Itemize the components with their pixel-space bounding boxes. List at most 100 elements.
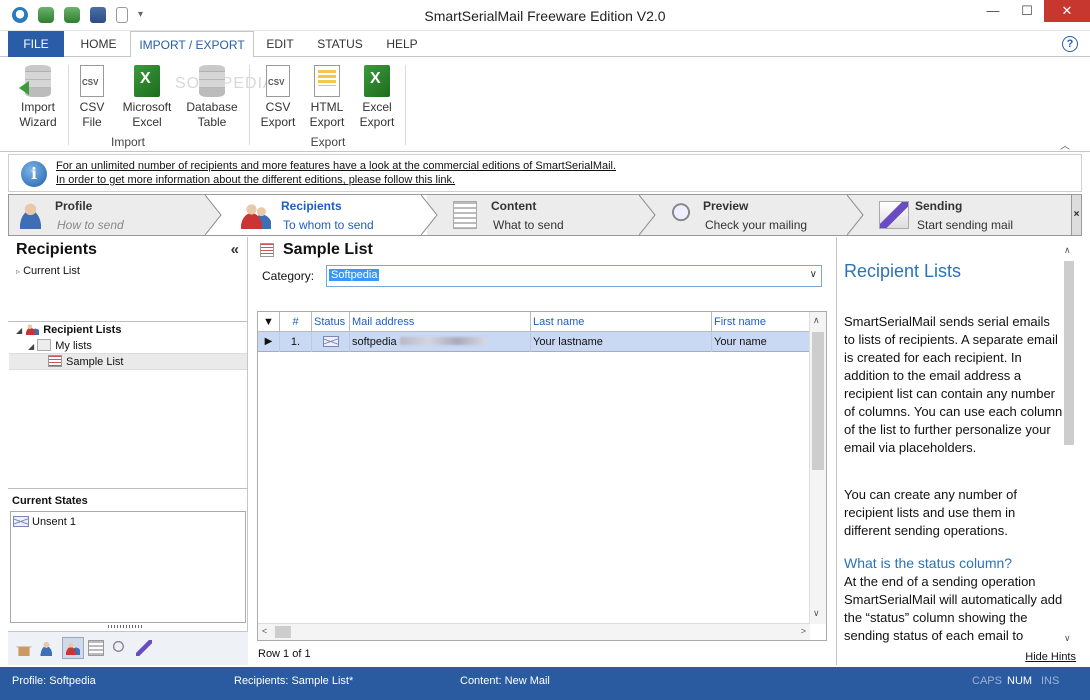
csv-file-icon: CSV bbox=[80, 65, 104, 97]
my-lists-node[interactable]: ◢ My lists bbox=[28, 339, 92, 352]
splitter-grip[interactable] bbox=[108, 625, 144, 628]
ribbon: SOFTPEDIA Import Wizard CSV CSV File X M… bbox=[0, 57, 1090, 152]
import-wizard-label-2: Wizard bbox=[19, 115, 57, 129]
html-export-label-2: Export bbox=[309, 115, 345, 129]
recipient-lists-node[interactable]: ◢ Recipient Lists bbox=[16, 323, 121, 336]
tab-edit[interactable]: EDIT bbox=[256, 31, 304, 57]
expander-icon[interactable]: ◢ bbox=[28, 342, 34, 351]
editions-link[interactable]: For an unlimited number of recipients an… bbox=[56, 160, 616, 172]
csv-file-label-1: CSV bbox=[79, 100, 105, 114]
scroll-left-icon[interactable]: < bbox=[262, 626, 267, 636]
step-content[interactable]: Content What to send bbox=[445, 195, 645, 235]
firstname-cell[interactable]: Your name bbox=[712, 332, 810, 352]
more-info-link[interactable]: In order to get more information about t… bbox=[56, 174, 455, 186]
table-row[interactable]: ▶ 1. softpedia Your lastname Your name bbox=[258, 332, 810, 352]
tab-file[interactable]: FILE bbox=[8, 31, 64, 57]
column-header-mail[interactable]: Mail address bbox=[350, 312, 531, 332]
column-header-firstname[interactable]: First name bbox=[712, 312, 810, 332]
step-title: Content bbox=[491, 199, 537, 213]
database-table-label-2: Table bbox=[197, 115, 227, 129]
recipients-nav-icon[interactable] bbox=[62, 637, 84, 659]
preview-nav-icon[interactable] bbox=[112, 640, 128, 656]
mail-cell[interactable]: softpedia bbox=[350, 332, 531, 352]
chevron-down-icon[interactable]: ∨ bbox=[810, 269, 817, 280]
excel-export-button[interactable]: X Excel Export bbox=[354, 65, 400, 130]
scroll-thumb[interactable] bbox=[275, 626, 291, 638]
import-wizard-label-1: Import bbox=[20, 100, 55, 114]
microsoft-excel-label-2: Excel bbox=[132, 115, 162, 129]
expander-icon[interactable]: ◢ bbox=[16, 326, 22, 335]
grid-header: ▼ # Status Mail address Last name First … bbox=[258, 312, 810, 332]
hints-scrollbar[interactable]: ∧ ∨ bbox=[1062, 245, 1076, 647]
vertical-scrollbar[interactable]: ∧ ∨ bbox=[809, 312, 826, 624]
column-chooser-icon[interactable]: ▼ bbox=[258, 312, 280, 332]
content-icon bbox=[453, 201, 477, 229]
step-recipients[interactable]: Recipients To whom to send bbox=[233, 195, 427, 235]
step-separator bbox=[421, 195, 438, 235]
hide-hints-link[interactable]: Hide Hints bbox=[1025, 651, 1076, 663]
sample-list-node[interactable]: Sample List bbox=[48, 355, 123, 368]
close-button[interactable]: ✕ bbox=[1044, 0, 1090, 22]
content-nav-icon[interactable] bbox=[88, 640, 104, 656]
scroll-down-icon[interactable]: ∨ bbox=[813, 608, 820, 619]
list-title: Sample List bbox=[283, 241, 373, 258]
csv-file-button[interactable]: CSV CSV File bbox=[74, 65, 110, 130]
column-header-number[interactable]: # bbox=[280, 312, 312, 332]
scroll-up-icon[interactable]: ∧ bbox=[813, 315, 820, 326]
scroll-up-icon[interactable]: ∧ bbox=[1064, 245, 1071, 256]
hints-title: Recipient Lists bbox=[844, 261, 962, 281]
horizontal-scrollbar[interactable]: < > bbox=[258, 623, 810, 640]
minimize-button[interactable]: — bbox=[976, 0, 1010, 22]
collapse-panel-icon[interactable]: « bbox=[231, 241, 239, 258]
scroll-thumb[interactable] bbox=[1064, 261, 1074, 445]
window-controls: — ☐ ✕ bbox=[976, 0, 1090, 22]
microsoft-excel-label-1: Microsoft bbox=[122, 100, 172, 114]
tab-home[interactable]: HOME bbox=[70, 31, 127, 57]
step-profile[interactable]: Profile How to send bbox=[9, 195, 221, 235]
step-preview[interactable]: Preview Check your mailing bbox=[661, 195, 851, 235]
envelope-icon bbox=[13, 516, 29, 527]
microsoft-excel-button[interactable]: X Microsoft Excel bbox=[118, 65, 176, 130]
step-title: Profile bbox=[55, 199, 93, 213]
unsent-label: Unsent 1 bbox=[32, 516, 77, 528]
expander-icon[interactable]: ▹ bbox=[16, 267, 20, 276]
scroll-thumb[interactable] bbox=[812, 332, 824, 470]
info-icon: i bbox=[21, 161, 47, 187]
column-header-lastname[interactable]: Last name bbox=[531, 312, 712, 332]
list-icon bbox=[48, 355, 62, 367]
scroll-right-icon[interactable]: > bbox=[801, 626, 806, 636]
profile-nav-icon[interactable] bbox=[40, 640, 56, 656]
tab-import-export[interactable]: IMPORT / EXPORT bbox=[130, 31, 254, 58]
database-table-button[interactable]: Database Table bbox=[184, 65, 240, 130]
hints-paragraph: SmartSerialMail sends serial emails to l… bbox=[844, 314, 1063, 455]
category-select[interactable]: Softpedia ∨ bbox=[326, 265, 822, 287]
category-label: Category: bbox=[262, 269, 315, 283]
tab-help[interactable]: HELP bbox=[378, 31, 426, 57]
step-separator bbox=[847, 195, 864, 235]
home-icon[interactable] bbox=[16, 640, 32, 656]
close-steps-icon[interactable]: × bbox=[1071, 195, 1081, 235]
help-icon[interactable]: ? bbox=[1062, 36, 1078, 52]
step-title: Recipients bbox=[281, 199, 342, 213]
recipients-panel: Recipients « ▹ Current List ◢ Recipient … bbox=[8, 237, 248, 665]
step-sending[interactable]: Sending Start sending mail bbox=[871, 195, 1061, 235]
export-group-label: Export bbox=[310, 135, 346, 149]
step-separator bbox=[639, 195, 656, 235]
lastname-cell[interactable]: Your lastname bbox=[531, 332, 712, 352]
current-list-node[interactable]: ▹ Current List bbox=[16, 265, 80, 277]
import-wizard-button[interactable]: Import Wizard bbox=[14, 65, 62, 130]
status-cell bbox=[312, 332, 350, 352]
html-export-button[interactable]: HTML Export bbox=[304, 65, 350, 130]
csv-export-button[interactable]: CSV CSV Export bbox=[256, 65, 300, 130]
send-icon bbox=[879, 201, 909, 229]
caps-indicator: CAPS bbox=[972, 675, 1002, 687]
collapse-ribbon-icon[interactable]: ︿ bbox=[1060, 137, 1070, 152]
panel-title: Recipients bbox=[16, 241, 97, 258]
maximize-button[interactable]: ☐ bbox=[1010, 0, 1044, 22]
scroll-down-icon[interactable]: ∨ bbox=[1064, 633, 1071, 644]
unsent-state-item[interactable]: Unsent 1 bbox=[13, 516, 76, 528]
tab-status[interactable]: STATUS bbox=[308, 31, 372, 57]
html-export-icon bbox=[314, 65, 340, 97]
sending-nav-icon[interactable] bbox=[136, 640, 152, 656]
column-header-status[interactable]: Status bbox=[312, 312, 350, 332]
